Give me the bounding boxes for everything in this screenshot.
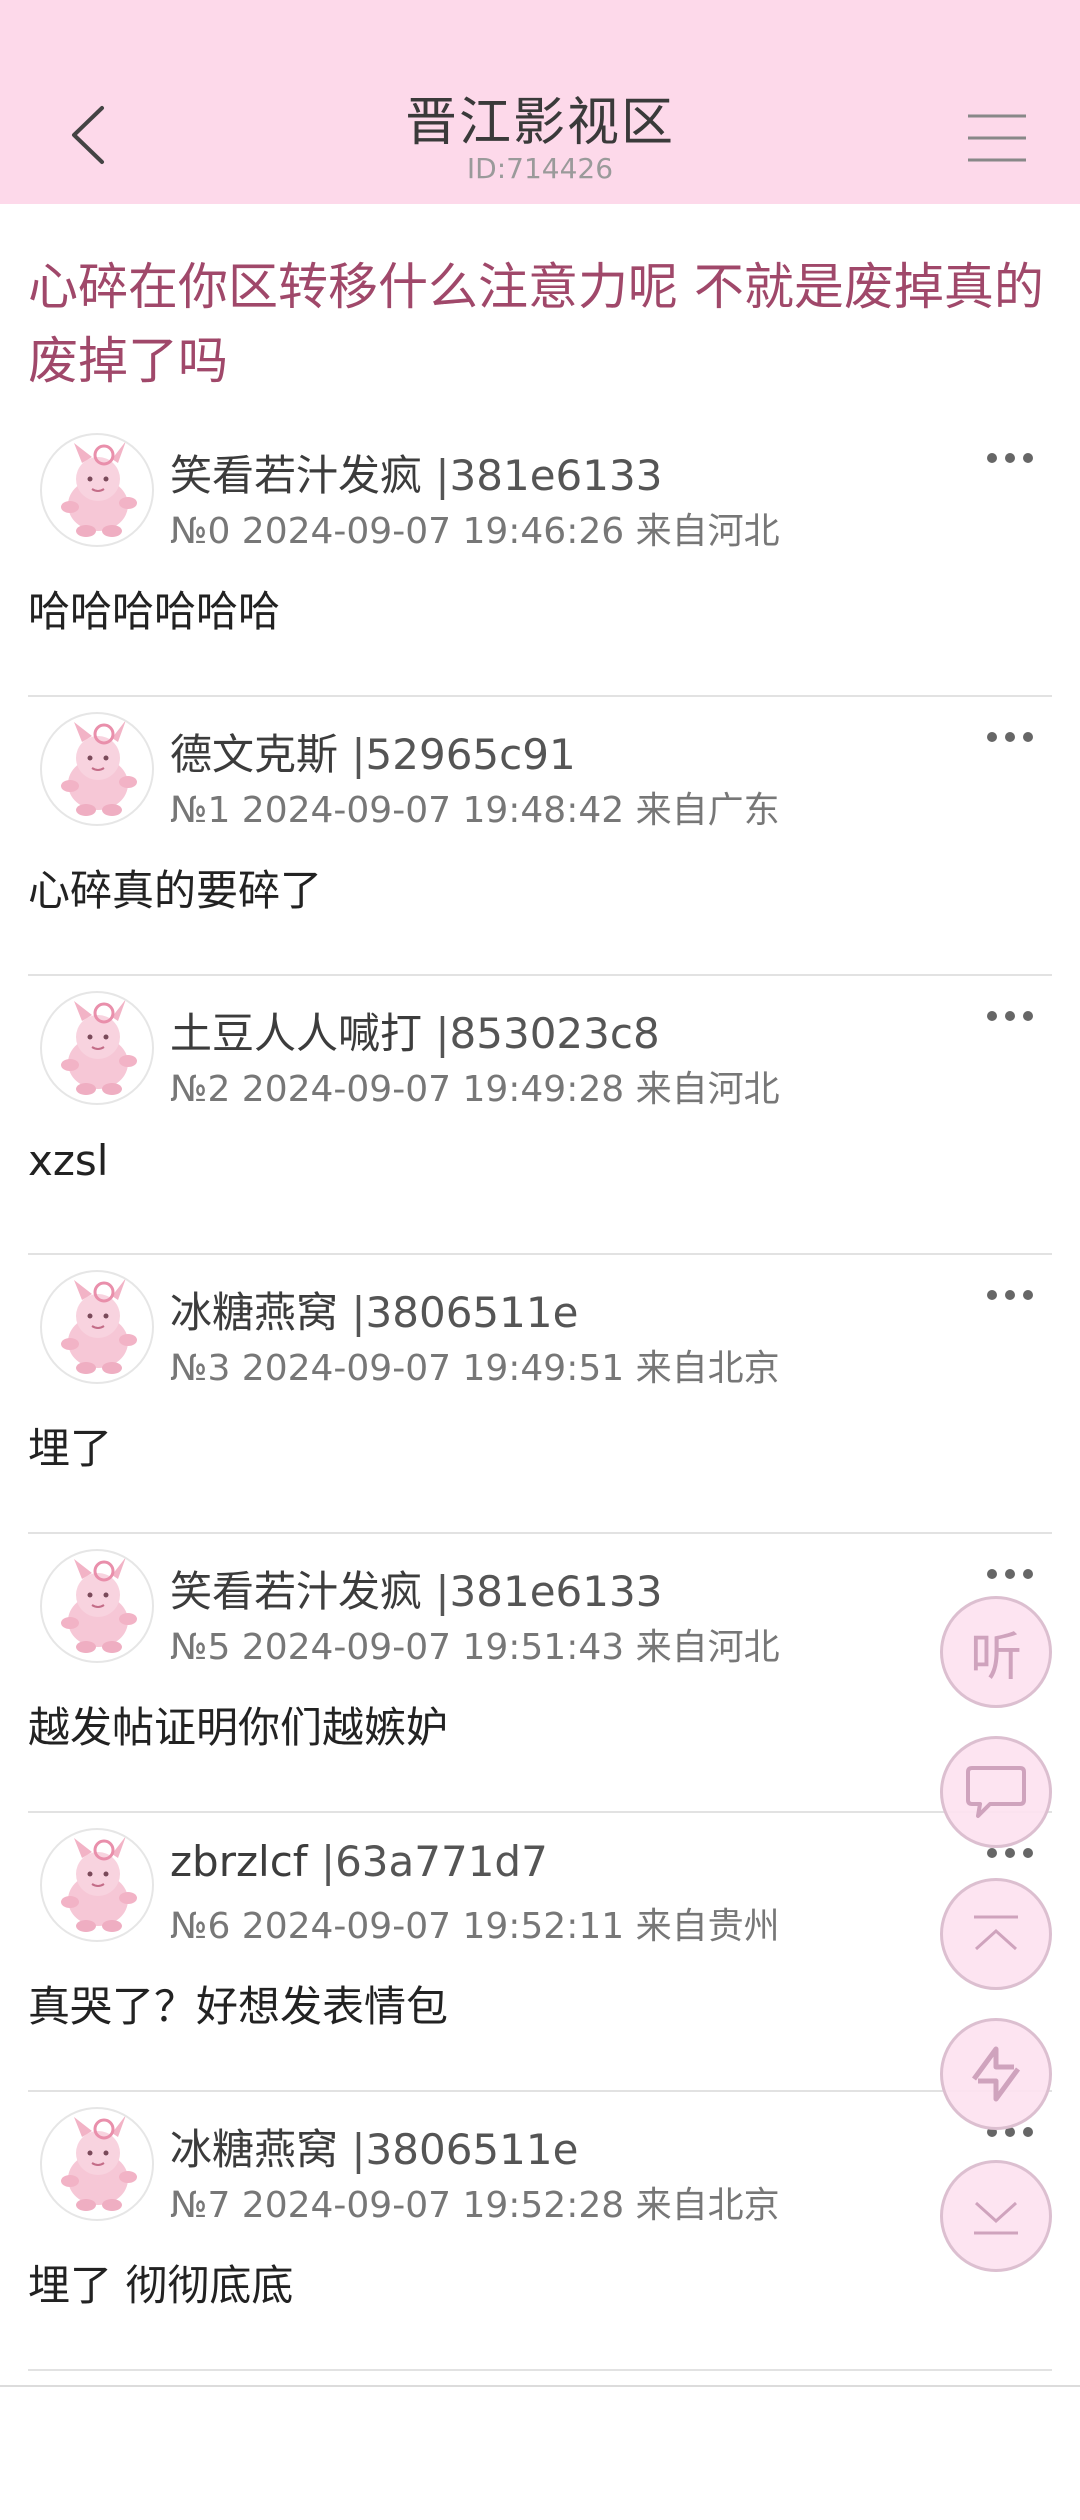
pink-creature-avatar-icon <box>61 1557 137 1653</box>
avatar[interactable] <box>40 1270 154 1384</box>
comment-button[interactable] <box>940 1736 1052 1848</box>
post-meta: №7 2024-09-07 19:52:28 来自北京 <box>170 2185 780 2226</box>
pink-creature-avatar-icon <box>61 720 137 816</box>
avatar[interactable] <box>40 712 154 826</box>
avatar[interactable] <box>40 2107 154 2221</box>
board-id: ID:714426 <box>466 152 614 185</box>
more-options-button[interactable] <box>984 725 1036 749</box>
author-uid: |853023c8 <box>435 1009 660 1058</box>
post-meta: №1 2024-09-07 19:48:42 来自广东 <box>170 790 780 831</box>
post-meta: №0 2024-09-07 19:46:26 来自河北 <box>170 511 780 552</box>
post-content: 心碎真的要碎了 <box>28 866 323 915</box>
post-author[interactable]: 德文克斯 |52965c91 <box>170 721 576 782</box>
avatar[interactable] <box>40 1549 154 1663</box>
more-options-button[interactable] <box>984 446 1036 470</box>
author-name: 笑看若汁发疯 <box>170 1567 423 1616</box>
refresh-button[interactable] <box>940 2018 1052 2130</box>
more-dots-icon <box>987 453 1033 463</box>
post-item: 德文克斯 |52965c91 №1 2024-09-07 19:48:42 来自… <box>0 697 1080 976</box>
post-content: xzsl <box>28 1136 109 1185</box>
hamburger-menu-icon <box>968 114 1026 162</box>
post-item: 笑看若汁发疯 |381e6133 №5 2024-09-07 19:51:43 … <box>0 1534 1080 1813</box>
author-uid: |381e6133 <box>435 1567 663 1616</box>
author-uid: |3806511e <box>351 2125 579 2174</box>
avatar[interactable] <box>40 433 154 547</box>
thread-page: 晋江影视区 ID:714426 心碎在你区转移什么注意力呢 不就是废掉真的废掉了… <box>0 0 1080 2520</box>
more-dots-icon <box>987 732 1033 742</box>
avatar[interactable] <box>40 991 154 1105</box>
post-item: zbrzlcf |63a771d7 №6 2024-09-07 19:52:11… <box>0 1813 1080 2092</box>
scroll-bottom-icon <box>974 2201 1018 2235</box>
more-options-button[interactable] <box>984 1004 1036 1028</box>
pink-creature-avatar-icon <box>61 999 137 1095</box>
author-uid: |381e6133 <box>435 451 663 500</box>
refresh-icon <box>971 2046 1021 2102</box>
post-item: 笑看若汁发疯 |381e6133 №0 2024-09-07 19:46:26 … <box>0 418 1080 697</box>
menu-button[interactable] <box>962 110 1032 166</box>
more-options-button[interactable] <box>984 1283 1036 1307</box>
post-meta: №5 2024-09-07 19:51:43 来自河北 <box>170 1627 780 1668</box>
post-meta: №2 2024-09-07 19:49:28 来自河北 <box>170 1069 780 1110</box>
post-author[interactable]: 冰糖燕窝 |3806511e <box>170 1279 578 1340</box>
post-list: 笑看若汁发疯 |381e6133 №0 2024-09-07 19:46:26 … <box>0 418 1080 2371</box>
page-title: 晋江影视区 <box>404 93 675 153</box>
top-header: 晋江影视区 ID:714426 <box>0 0 1080 204</box>
more-dots-icon <box>987 1290 1033 1300</box>
scroll-top-button[interactable] <box>940 1878 1052 1990</box>
post-item: 冰糖燕窝 |3806511e №3 2024-09-07 19:49:51 来自… <box>0 1255 1080 1534</box>
post-content: 真哭了？好想发表情包 <box>28 1982 449 2031</box>
post-author[interactable]: zbrzlcf |63a771d7 <box>170 1837 548 1886</box>
listen-button[interactable]: 听 <box>940 1596 1052 1708</box>
more-options-button[interactable] <box>984 1562 1036 1586</box>
post-content: 埋了 <box>28 1424 113 1473</box>
post-content: 哈哈哈哈哈哈 <box>28 587 281 636</box>
pink-creature-avatar-icon <box>61 1278 137 1374</box>
scroll-top-icon <box>974 1915 1018 1951</box>
author-name: 笑看若汁发疯 <box>170 451 423 500</box>
more-dots-icon <box>987 1569 1033 1579</box>
author-uid: |52965c91 <box>351 730 576 779</box>
post-author[interactable]: 冰糖燕窝 |3806511e <box>170 2116 578 2177</box>
listen-label: 听 <box>969 1627 1022 1688</box>
post-content: 越发帖证明你们越嫉妒 <box>28 1703 449 1752</box>
author-name: zbrzlcf <box>170 1837 308 1886</box>
pink-creature-avatar-icon <box>61 441 137 537</box>
post-item: 冰糖燕窝 |3806511e №7 2024-09-07 19:52:28 来自… <box>0 2092 1080 2371</box>
pink-creature-avatar-icon <box>61 2115 137 2211</box>
thread-title: 心碎在你区转移什么注意力呢 不就是废掉真的废掉了吗 <box>28 258 1044 390</box>
scroll-bottom-button[interactable] <box>940 2160 1052 2272</box>
author-name: 冰糖燕窝 <box>170 2125 339 2174</box>
post-author[interactable]: 笑看若汁发疯 |381e6133 <box>170 442 662 503</box>
author-name: 德文克斯 <box>170 730 339 779</box>
post-author[interactable]: 笑看若汁发疯 |381e6133 <box>170 1558 662 1619</box>
more-dots-icon <box>987 1011 1033 1021</box>
post-item: 土豆人人喊打 |853023c8 №2 2024-09-07 19:49:28 … <box>0 976 1080 1255</box>
pink-creature-avatar-icon <box>61 1836 137 1932</box>
author-uid: |3806511e <box>351 1288 579 1337</box>
bottom-bar <box>0 2385 1080 2520</box>
avatar[interactable] <box>40 1828 154 1942</box>
comment-icon <box>966 1766 1026 1818</box>
author-name: 冰糖燕窝 <box>170 1288 339 1337</box>
post-author[interactable]: 土豆人人喊打 |853023c8 <box>170 1000 660 1061</box>
post-content: 埋了 彻彻底底 <box>28 2261 294 2310</box>
post-meta: №3 2024-09-07 19:49:51 来自北京 <box>170 1348 780 1389</box>
author-name: 土豆人人喊打 <box>170 1009 423 1058</box>
divider <box>28 2369 1052 2371</box>
post-meta: №6 2024-09-07 19:52:11 来自贵州 <box>170 1906 780 1947</box>
author-uid: |63a771d7 <box>320 1837 548 1886</box>
